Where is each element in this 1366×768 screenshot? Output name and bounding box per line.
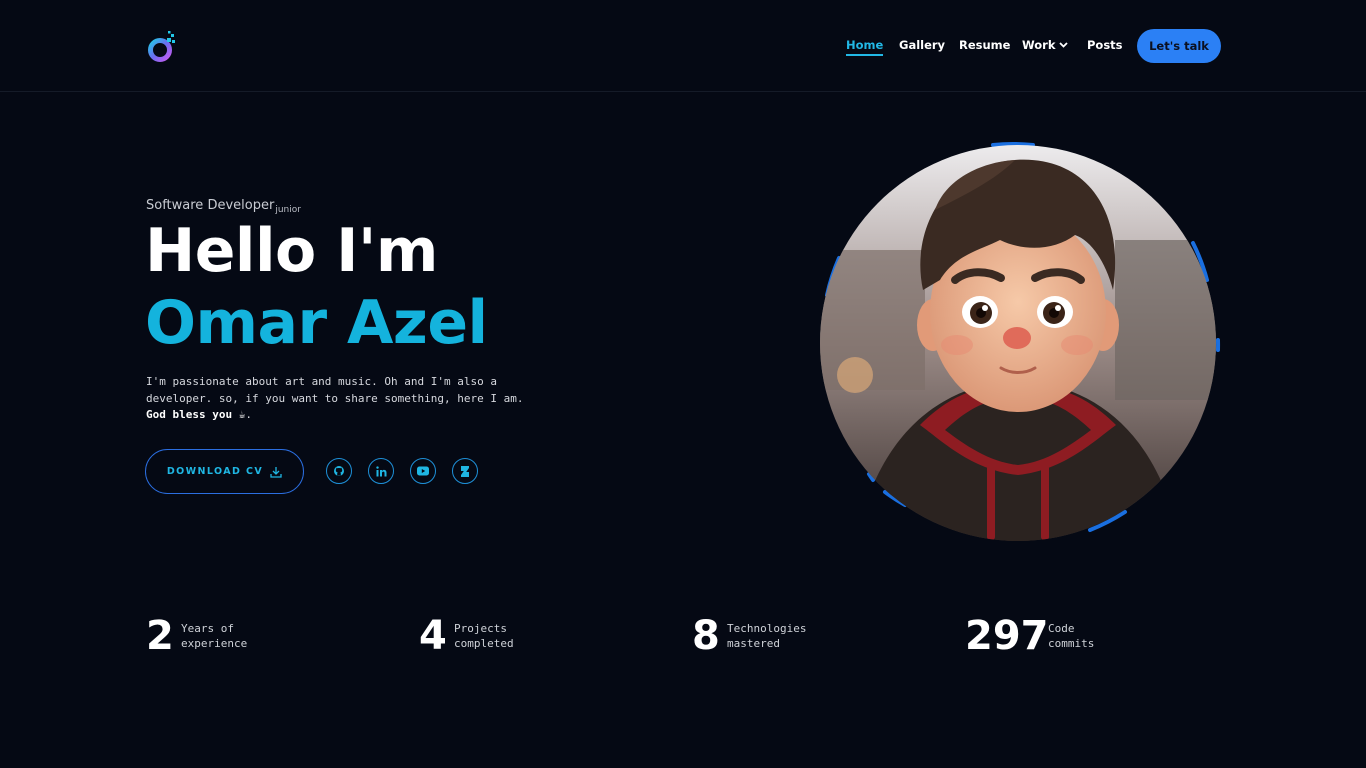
site-header: Home Gallery Resume Work Posts Let's tal… <box>0 0 1366 92</box>
stat-value: 4 <box>419 613 447 659</box>
intro-line-3: God bless you ☕. <box>146 407 546 424</box>
nav-work[interactable]: Work <box>1022 38 1068 52</box>
nav-resume[interactable]: Resume <box>959 38 1010 52</box>
stat-label: Years of experience <box>181 621 247 651</box>
download-icon <box>270 466 282 478</box>
intro-line-3-end: . <box>245 408 252 421</box>
greeting-heading: Hello I'm <box>145 216 438 286</box>
stat-label: Technologies mastered <box>727 621 806 651</box>
download-cv-label: DOWNLOAD CV <box>166 466 264 477</box>
stat-label: Projects completed <box>454 621 514 651</box>
deviantart-icon <box>461 465 469 477</box>
stat-label-line-2: completed <box>454 637 514 650</box>
intro-line-2: developer. so, if you want to share some… <box>146 391 524 405</box>
role-label: Software Developer <box>146 198 275 213</box>
deviantart-link[interactable] <box>452 458 478 484</box>
intro-line-1: I'm passionate about art and music. Oh a… <box>146 375 497 388</box>
nav-gallery[interactable]: Gallery <box>899 38 945 52</box>
chevron-down-icon <box>1058 41 1068 48</box>
stat-label: Code commits <box>1048 621 1094 651</box>
stat-label-line-1: Technologies <box>727 622 807 635</box>
nav-work-label: Work <box>1022 38 1056 52</box>
youtube-link[interactable] <box>410 458 436 484</box>
stat-label-line-2: mastered <box>727 637 780 650</box>
youtube-icon <box>417 466 429 476</box>
intro-description: I'm passionate about art and music. Oh a… <box>146 374 546 424</box>
nav-posts[interactable]: Posts <box>1087 38 1123 52</box>
stat-label-line-1: Projects <box>454 622 507 635</box>
role-level: junior <box>275 205 301 215</box>
nav-home[interactable]: Home <box>846 38 884 56</box>
name-heading: Omar Azel <box>145 288 488 358</box>
github-icon <box>334 466 344 476</box>
stat-value: 297 <box>965 613 1049 659</box>
stat-label-line-1: Years of <box>181 622 234 635</box>
stat-label-line-1: Code <box>1048 622 1075 635</box>
stat-label-line-2: commits <box>1048 637 1095 650</box>
download-cv-button[interactable]: DOWNLOAD CV <box>145 449 304 494</box>
stat-value: 2 <box>146 613 174 659</box>
role-title: Software Developerjunior <box>146 198 301 215</box>
linkedin-icon <box>375 465 386 476</box>
stat-value: 8 <box>692 613 720 659</box>
lets-talk-button[interactable]: Let's talk <box>1137 29 1221 63</box>
stat-label-line-2: experience <box>181 637 248 650</box>
github-link[interactable] <box>326 458 352 484</box>
avatar-portrait <box>815 140 1221 546</box>
intro-line-3-bold: God bless you ☕ <box>146 408 246 421</box>
linkedin-link[interactable] <box>368 458 394 484</box>
